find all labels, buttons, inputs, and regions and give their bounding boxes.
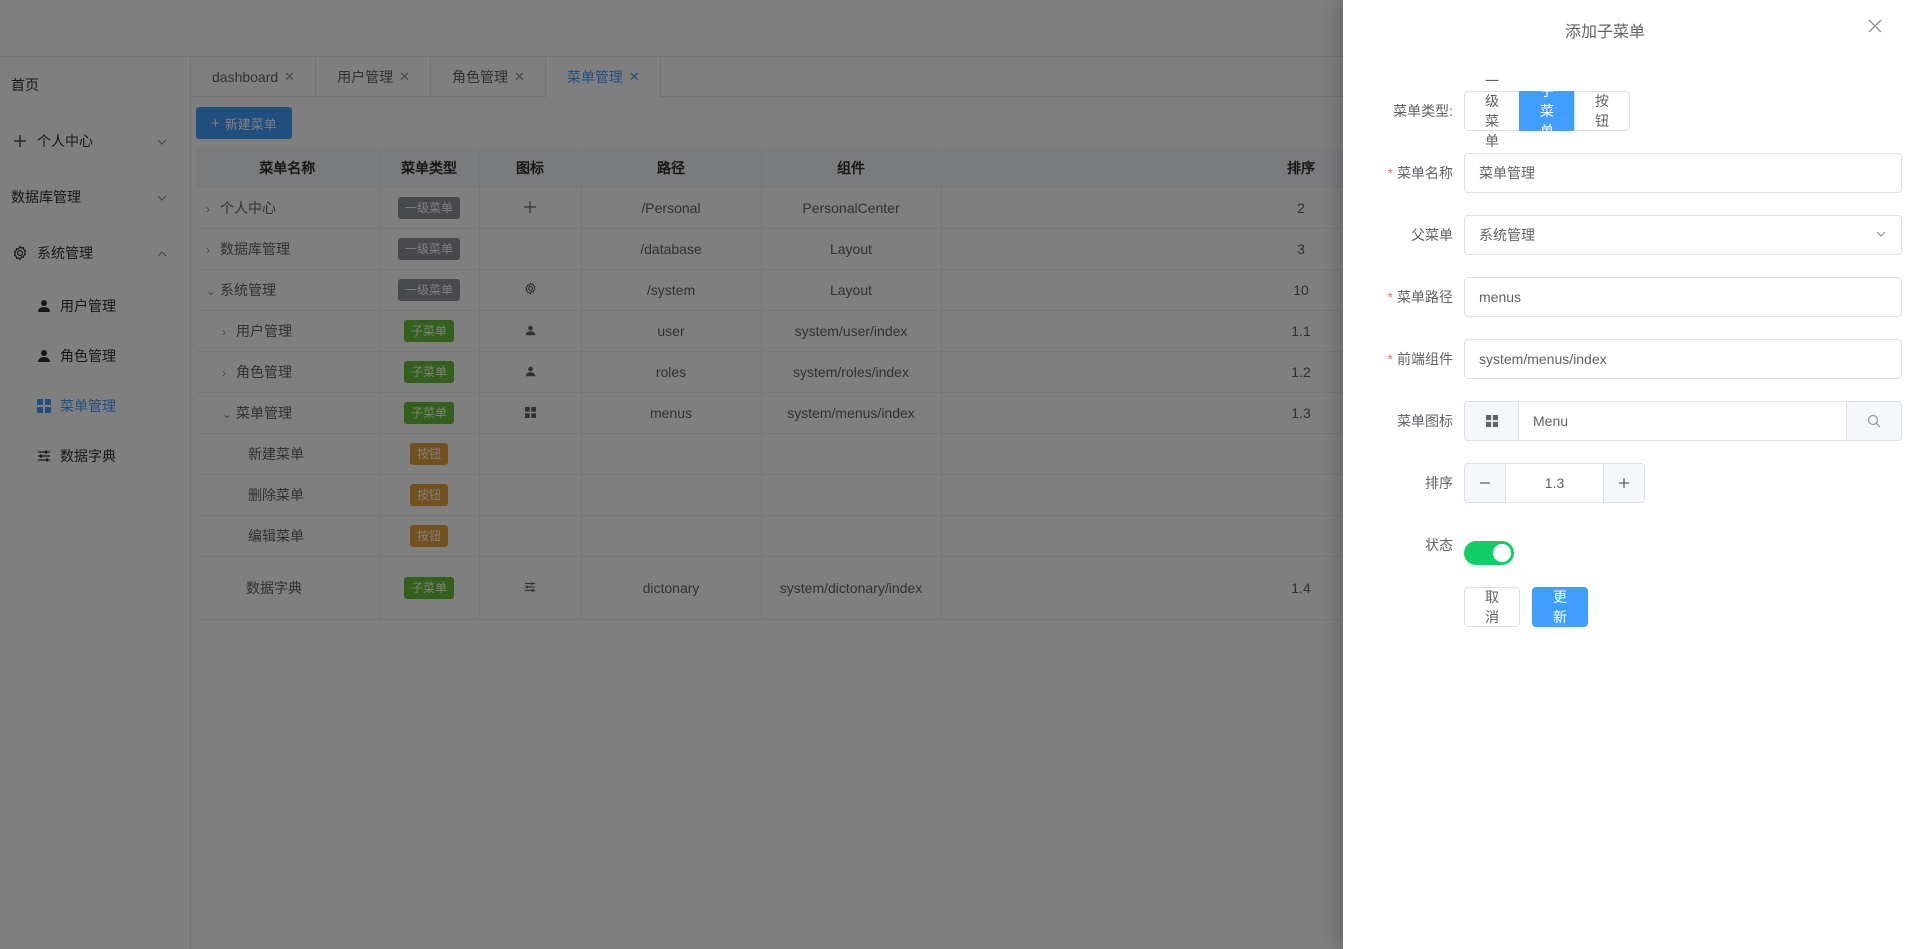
menu-path-input[interactable]: [1464, 277, 1902, 317]
form-label: 菜单图标: [1397, 413, 1453, 429]
menu-name-input[interactable]: [1464, 153, 1902, 193]
drawer-title: 添加子菜单: [1564, 24, 1645, 41]
status-switch[interactable]: [1464, 541, 1514, 565]
radio-top-menu[interactable]: 一级菜单: [1464, 73, 1520, 149]
form-label-text: 前端组件: [1397, 351, 1453, 367]
sort-input[interactable]: [1506, 464, 1603, 502]
form-label: * 前端组件: [1343, 339, 1453, 379]
required-mark: *: [1387, 289, 1393, 305]
cancel-button[interactable]: 取消: [1464, 587, 1520, 627]
form-label-text: 菜单名称: [1397, 165, 1453, 181]
form-label: 菜单类型:: [1393, 103, 1453, 119]
action-buttons: 取消 更新: [1464, 587, 1588, 627]
form-label: 状态: [1425, 537, 1453, 553]
add-submenu-drawer: 添加子菜单 菜单类型: 一级菜单 子菜单 按钮 *菜单名称 父菜单 系统管理 *…: [1343, 0, 1911, 949]
radio-submenu[interactable]: 子菜单: [1519, 83, 1575, 139]
form-row-status: 状态: [1343, 525, 1514, 565]
form-label: * 菜单路径: [1343, 277, 1453, 317]
parent-menu-select[interactable]: 系统管理: [1464, 215, 1902, 255]
switch-knob: [1493, 544, 1511, 562]
decrement-button[interactable]: [1465, 464, 1506, 502]
search-icon[interactable]: [1846, 402, 1901, 440]
close-icon[interactable]: [1867, 18, 1885, 36]
increment-button[interactable]: [1603, 464, 1644, 502]
update-button[interactable]: 更新: [1532, 587, 1588, 627]
required-mark: *: [1387, 351, 1393, 367]
form-label: 排序: [1425, 475, 1453, 491]
menu-icon-field: [1464, 401, 1902, 441]
component-input[interactable]: [1464, 339, 1902, 379]
form-label-text: 菜单路径: [1397, 289, 1453, 305]
menu-icon-input[interactable]: [1519, 402, 1846, 440]
menu-type-radio-group: 一级菜单 子菜单 按钮: [1464, 73, 1630, 149]
select-value: 系统管理: [1479, 227, 1535, 243]
required-mark: *: [1387, 165, 1393, 181]
chevron-down-icon: [1875, 227, 1887, 243]
form-label: * 菜单名称: [1343, 153, 1453, 193]
sort-stepper: [1464, 463, 1645, 503]
form-label: 父菜单: [1411, 227, 1453, 243]
grid-icon: [1465, 402, 1519, 440]
radio-button[interactable]: 按钮: [1574, 91, 1630, 131]
